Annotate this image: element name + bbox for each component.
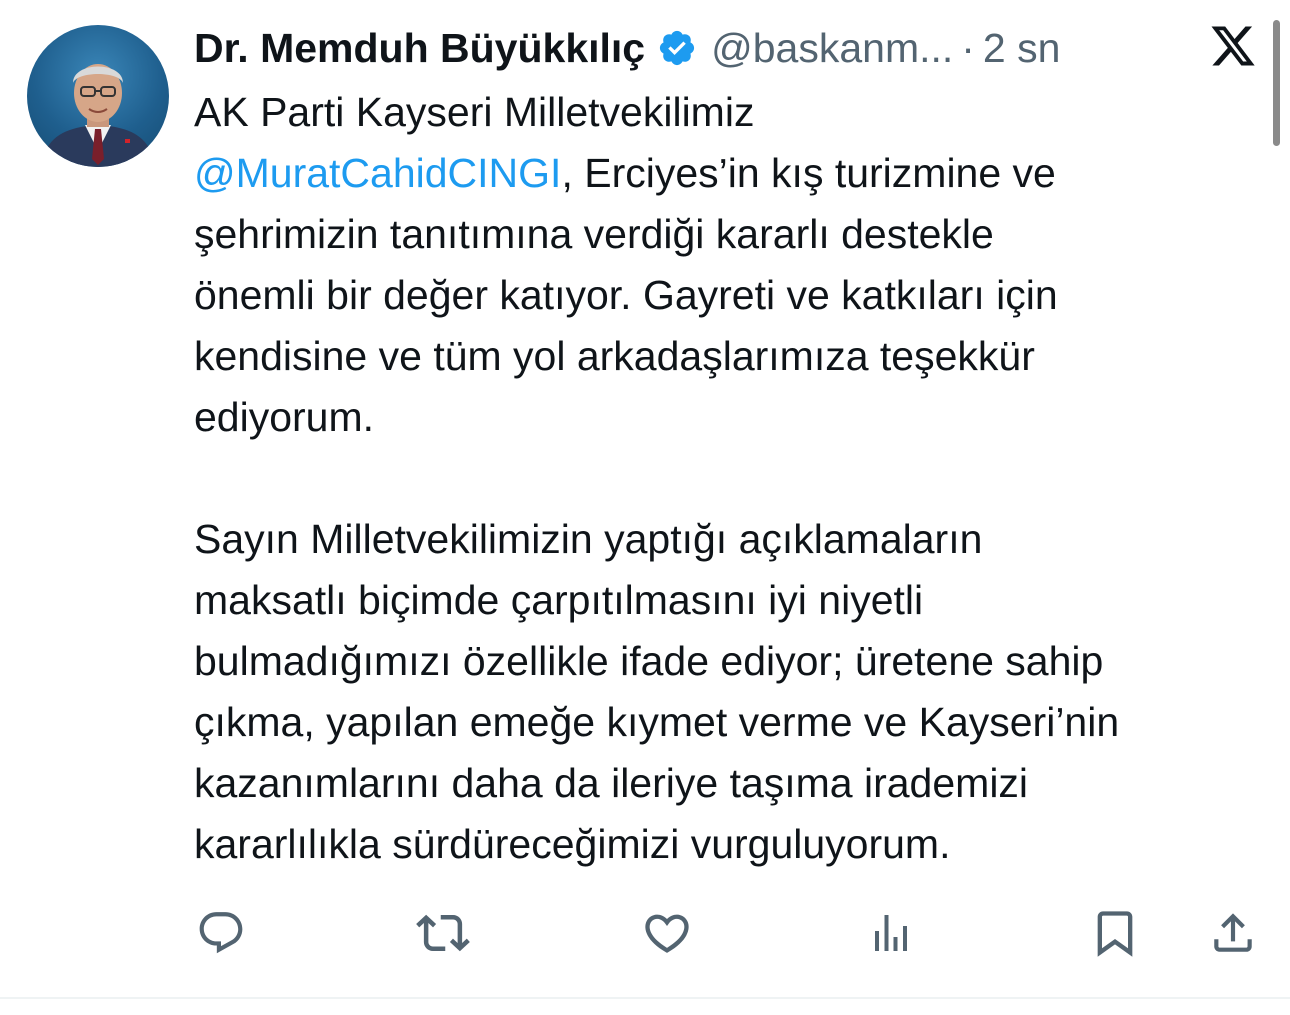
tweet-line: bulmadığımızı özellikle ifade ediyor; ür… <box>194 638 1104 684</box>
tweet-line: @MuratCahidCINGI, Erciyes’in kış turizmi… <box>194 143 1274 204</box>
scrollbar-thumb[interactable] <box>1273 20 1280 146</box>
reply-button[interactable] <box>194 906 248 960</box>
views-icon <box>875 915 907 951</box>
header-separator: · <box>961 25 975 71</box>
tweet-actions-bar <box>0 906 1290 960</box>
retweet-icon <box>416 914 470 952</box>
tweet-text: AK Parti Kayseri Milletvekilimiz @MuratC… <box>194 82 1274 875</box>
tweet-card[interactable]: Dr. Memduh Büyükkılıç @baskanm... · 2 sn… <box>0 0 1290 1015</box>
verified-badge-icon[interactable] <box>657 28 697 68</box>
tweet-line: Sayın Milletvekilimizin yaptığı açıklama… <box>194 516 983 562</box>
tweet-timestamp[interactable]: 2 sn <box>983 22 1061 74</box>
retweet-button[interactable] <box>416 906 470 960</box>
bookmark-icon <box>1097 911 1133 957</box>
views-button[interactable] <box>864 906 918 960</box>
bookmark-button[interactable] <box>1088 906 1142 960</box>
tweet-line: AK Parti Kayseri Milletvekilimiz <box>194 89 755 135</box>
like-button[interactable] <box>640 906 694 960</box>
author-display-name[interactable]: Dr. Memduh Büyükkılıç <box>194 22 645 74</box>
tweet-line: maksatlı biçimde çarpıtılmasını iyi niye… <box>194 577 924 623</box>
like-icon <box>645 914 689 953</box>
avatar-portrait-image <box>41 64 155 167</box>
author-handle[interactable]: @baskanm... <box>711 22 953 74</box>
reply-icon <box>199 912 243 954</box>
x-logo-icon <box>1208 22 1258 70</box>
tweet-line: kendisine ve tüm yol arkadaşlarımıza teş… <box>194 333 1035 379</box>
share-icon <box>1214 913 1252 952</box>
tweet-line: çıkma, yapılan emeğe kıymet verme ve Kay… <box>194 699 1120 745</box>
author-avatar[interactable] <box>27 25 169 167</box>
tweet-line-text: , Erciyes’in kış turizmine ve <box>561 150 1056 196</box>
tweet-line: şehrimizin tanıtımına verdiği kararlı de… <box>194 211 994 257</box>
tweet-line: kararlılıkla sürdüreceğimizi vurguluyoru… <box>194 821 951 867</box>
tweet-header: Dr. Memduh Büyükkılıç @baskanm... · 2 sn <box>194 22 1204 74</box>
mention-link[interactable]: @MuratCahidCINGI <box>194 150 561 196</box>
bottom-divider <box>0 997 1290 999</box>
tweet-line: ediyorum. <box>194 394 375 440</box>
tweet-line: kazanımlarını daha da ileriye taşıma ira… <box>194 760 1029 806</box>
share-button[interactable] <box>1206 906 1260 960</box>
tweet-line: önemli bir değer katıyor. Gayreti ve kat… <box>194 272 1058 318</box>
